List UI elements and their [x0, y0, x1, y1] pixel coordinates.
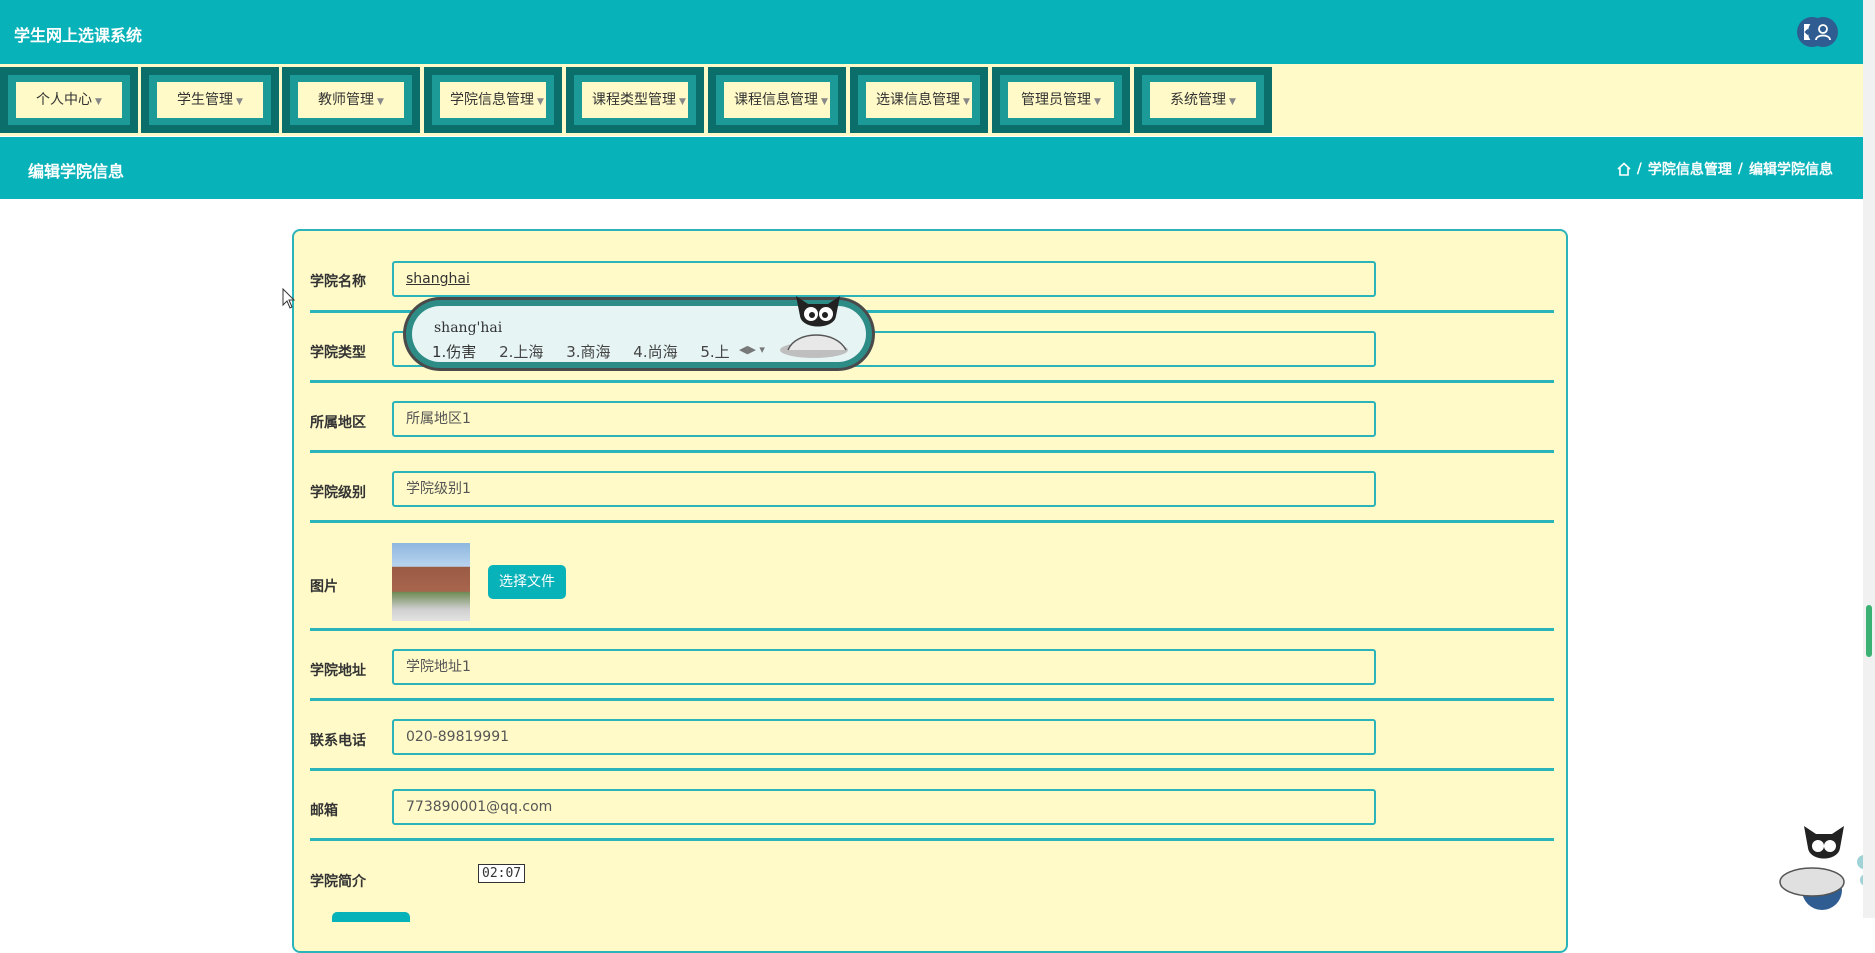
home-icon[interactable]	[1617, 162, 1631, 176]
app-title: 学生网上选课系统	[14, 26, 143, 45]
ime-candidate-list: 1.伤害 2.上海 3.商海 4.尚海 5.上	[432, 341, 748, 362]
address-input[interactable]: 学院地址1	[392, 649, 1376, 685]
field-label: 学院级别	[310, 485, 366, 501]
caret-down-icon: ▼	[377, 97, 384, 107]
field-label: 邮箱	[310, 803, 338, 819]
submit-button[interactable]	[332, 912, 410, 922]
scrollbar-thumb[interactable]	[1866, 605, 1872, 657]
nav-course-info-management[interactable]: 课程信息管理 ▼	[708, 67, 846, 133]
nav-label: 学院信息管理 ▼	[440, 82, 546, 118]
nav-label: 课程信息管理 ▼	[724, 82, 830, 118]
breadcrumb: / 学院信息管理 / 编辑学院信息	[1617, 159, 1833, 179]
ime-page-arrows-icon[interactable]: ◀▶ ▾	[739, 343, 765, 356]
field-label: 联系电话	[310, 733, 366, 749]
ime-candidate[interactable]: 1.伤害	[432, 343, 476, 361]
field-label: 学院地址	[310, 663, 366, 679]
field-label: 学院名称	[310, 274, 366, 290]
nav-course-type-management[interactable]: 课程类型管理 ▼	[566, 67, 704, 133]
caret-down-icon: ▼	[679, 97, 686, 107]
nav-system-management[interactable]: 系统管理 ▼	[1134, 67, 1272, 133]
ime-candidate[interactable]: 2.上海	[499, 343, 543, 361]
nav-selection-management[interactable]: 选课信息管理 ▼	[850, 67, 988, 133]
mascot-cat-icon	[780, 296, 848, 358]
ime-candidate[interactable]: 4.尚海	[633, 343, 677, 361]
breadcrumb-separator: /	[1636, 161, 1642, 177]
form-row-region: 所属地区 所属地区1	[310, 383, 1554, 453]
breadcrumb-separator: /	[1737, 161, 1743, 177]
region-input[interactable]: 所属地区1	[392, 401, 1376, 437]
nav-label: 课程类型管理 ▼	[582, 82, 688, 118]
caret-down-icon: ▼	[821, 97, 828, 107]
nav-label: 管理员管理 ▼	[1008, 82, 1114, 118]
ime-candidate[interactable]: 3.商海	[566, 343, 610, 361]
corner-mascot-icon	[1779, 826, 1872, 910]
caret-down-icon: ▼	[963, 97, 970, 107]
scrollbar[interactable]	[1863, 0, 1875, 918]
college-image-thumbnail	[392, 543, 470, 621]
form-row-level: 学院级别 学院级别1	[310, 453, 1554, 523]
time-tooltip: 02:07	[478, 864, 526, 883]
section-header: 编辑学院信息 / 学院信息管理 / 编辑学院信息	[0, 137, 1863, 199]
form-row-address: 学院地址 学院地址1	[310, 631, 1554, 701]
ime-pinyin: shang'hai	[434, 320, 503, 336]
main-nav: 个人中心 ▼ 学生管理 ▼ 教师管理 ▼ 学院信息管理 ▼ 课程类型管理 ▼ 课程信息管理…	[0, 64, 1863, 136]
caret-down-icon: ▼	[537, 97, 544, 107]
caret-down-icon: ▼	[1229, 97, 1236, 107]
caret-down-icon: ▼	[236, 97, 243, 107]
mouse-cursor-icon	[282, 288, 296, 309]
caret-down-icon: ▼	[1094, 97, 1101, 107]
choose-file-button[interactable]: 选择文件	[488, 565, 566, 599]
caret-down-icon: ▼	[95, 97, 102, 107]
nav-label: 学生管理 ▼	[157, 82, 263, 118]
phone-input[interactable]: 020-89819991	[392, 719, 1376, 755]
nav-label: 选课信息管理 ▼	[866, 82, 972, 118]
nav-student-management[interactable]: 学生管理 ▼	[141, 67, 279, 133]
nav-personal-center[interactable]: 个人中心 ▼	[0, 67, 138, 133]
nav-label: 个人中心 ▼	[16, 82, 122, 118]
nav-teacher-management[interactable]: 教师管理 ▼	[282, 67, 420, 133]
form-row-email: 邮箱 773890001@qq.com	[310, 771, 1554, 841]
level-input[interactable]: 学院级别1	[392, 471, 1376, 507]
email-input[interactable]: 773890001@qq.com	[392, 789, 1376, 825]
field-label: 学院简介	[310, 874, 366, 890]
ime-candidate[interactable]: 5.上	[700, 343, 729, 361]
form-row-phone: 联系电话 020-89819991	[310, 701, 1554, 771]
top-header: 学生网上选课系统	[0, 0, 1863, 64]
field-label: 学院类型	[310, 345, 366, 361]
nav-college-management[interactable]: 学院信息管理 ▼	[424, 67, 562, 133]
page-title: 编辑学院信息	[28, 162, 125, 181]
user-icon[interactable]	[1808, 17, 1838, 47]
nav-admin-management[interactable]: 管理员管理 ▼	[992, 67, 1130, 133]
breadcrumb-college-management[interactable]: 学院信息管理	[1648, 159, 1732, 179]
breadcrumb-current: 编辑学院信息	[1749, 162, 1833, 178]
form-row-image: 图片 选择文件	[310, 523, 1554, 631]
nav-label: 教师管理 ▼	[298, 82, 404, 118]
field-label: 所属地区	[310, 415, 366, 431]
college-name-input[interactable]: shanghai	[392, 261, 1376, 297]
nav-label: 系统管理 ▼	[1150, 82, 1256, 118]
field-label: 图片	[310, 579, 338, 595]
